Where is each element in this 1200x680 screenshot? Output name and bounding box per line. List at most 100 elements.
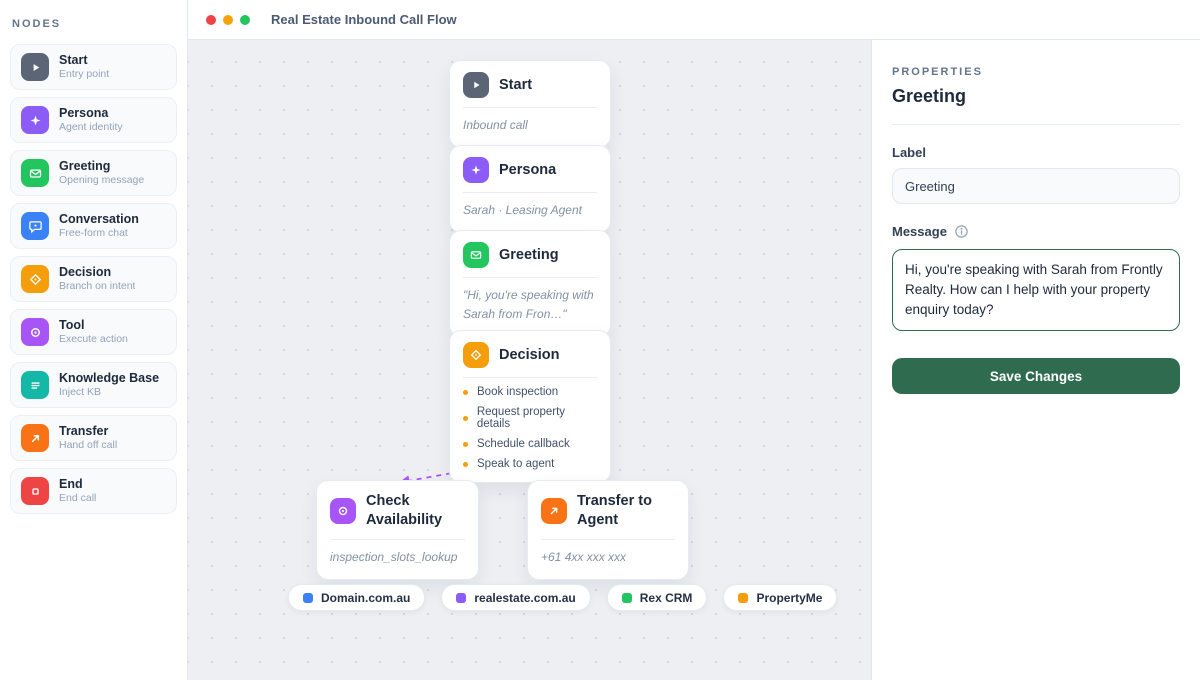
stop-icon xyxy=(21,477,49,505)
sidebar-item-sub: Entry point xyxy=(59,68,109,81)
node-subtitle: Inbound call xyxy=(463,116,597,135)
panel-divider xyxy=(892,124,1180,125)
message-textarea[interactable]: Hi, you're speaking with Sarah from Fron… xyxy=(892,249,1180,331)
sidebar-item-transfer[interactable]: TransferHand off call xyxy=(10,415,177,461)
bullet-dot-icon xyxy=(463,442,468,447)
diamond-icon xyxy=(21,265,49,293)
chip-color-dot xyxy=(456,593,466,603)
decision-option: Request property details xyxy=(463,406,597,430)
traffic-light-red xyxy=(206,15,216,25)
sidebar-item-knowledge-base[interactable]: Knowledge BaseInject KB xyxy=(10,362,177,408)
chat-bubble-icon xyxy=(21,212,49,240)
gear-icon xyxy=(21,318,49,346)
play-icon xyxy=(463,72,489,98)
node-subtitle: Sarah · Leasing Agent xyxy=(463,201,597,220)
node-title: Start xyxy=(499,76,532,95)
decision-option: Speak to agent xyxy=(463,458,597,470)
diamond-icon xyxy=(463,342,489,368)
node-title: Decision xyxy=(499,346,559,365)
node-title: Transfer to Agent xyxy=(577,492,675,530)
sidebar-item-end[interactable]: EndEnd call xyxy=(10,468,177,514)
flow-node-persona[interactable]: Persona Sarah · Leasing Agent xyxy=(449,145,611,233)
node-divider xyxy=(330,539,465,540)
sparkle-icon xyxy=(463,157,489,183)
sidebar-item-sub: Branch on intent xyxy=(59,280,135,293)
chip-rex-crm[interactable]: Rex CRM xyxy=(607,584,708,611)
sidebar-item-conversation[interactable]: ConversationFree-form chat xyxy=(10,203,177,249)
envelope-icon xyxy=(21,159,49,187)
chip-color-dot xyxy=(303,593,313,603)
sidebar-item-label: Persona xyxy=(59,106,123,122)
node-subtitle: "Hi, you're speaking with Sarah from Fro… xyxy=(463,286,597,324)
sidebar-item-label: Greeting xyxy=(59,159,144,175)
sidebar-item-start[interactable]: StartEntry point xyxy=(10,44,177,90)
flow-canvas[interactable]: Start Inbound call Persona Sarah · Leasi… xyxy=(188,40,871,680)
sidebar-item-sub: End call xyxy=(59,492,96,505)
flow-node-start[interactable]: Start Inbound call xyxy=(449,60,611,148)
decision-option: Schedule callback xyxy=(463,438,597,450)
node-title: Check Availability xyxy=(366,492,465,530)
save-changes-button[interactable]: Save Changes xyxy=(892,358,1180,394)
sidebar-item-label: Conversation xyxy=(59,212,139,228)
node-subtitle: inspection_slots_lookup xyxy=(330,548,465,567)
flow-node-transfer-to-agent[interactable]: Transfer to Agent +61 4xx xxx xxx xyxy=(527,480,689,580)
sidebar-item-sub: Free-form chat xyxy=(59,227,139,240)
decision-option: Book inspection xyxy=(463,386,597,398)
node-divider xyxy=(463,192,597,193)
chip-realestate[interactable]: realestate.com.au xyxy=(441,584,590,611)
flow-node-greeting[interactable]: Greeting "Hi, you're speaking with Sarah… xyxy=(449,230,611,337)
sidebar-item-decision[interactable]: DecisionBranch on intent xyxy=(10,256,177,302)
sidebar-item-label: Knowledge Base xyxy=(59,371,159,387)
chip-color-dot xyxy=(738,593,748,603)
flow-title: Real Estate Inbound Call Flow xyxy=(271,12,457,27)
node-title: Persona xyxy=(499,161,556,180)
list-icon xyxy=(21,371,49,399)
node-subtitle: +61 4xx xxx xxx xyxy=(541,548,675,567)
selected-node-title: Greeting xyxy=(892,86,1180,107)
sidebar-item-label: Transfer xyxy=(59,424,117,440)
nodes-palette-sidebar: NODES StartEntry point PersonaAgent iden… xyxy=(0,0,188,680)
sidebar-item-label: Decision xyxy=(59,265,135,281)
sparkle-icon xyxy=(21,106,49,134)
flow-node-check-availability[interactable]: Check Availability inspection_slots_look… xyxy=(316,480,479,580)
sidebar-item-sub: Execute action xyxy=(59,333,128,346)
flow-title-bar: Real Estate Inbound Call Flow xyxy=(188,0,1200,40)
sidebar-item-sub: Opening message xyxy=(59,174,144,187)
sidebar-item-tool[interactable]: ToolExecute action xyxy=(10,309,177,355)
label-field-label: Label xyxy=(892,145,1180,160)
node-title: Greeting xyxy=(499,246,559,265)
sidebar-item-label: Tool xyxy=(59,318,128,334)
chip-domain[interactable]: Domain.com.au xyxy=(288,584,425,611)
flow-node-decision[interactable]: Decision Book inspection Request propert… xyxy=(449,330,611,483)
play-icon xyxy=(21,53,49,81)
node-divider xyxy=(463,107,597,108)
chip-propertyme[interactable]: PropertyMe xyxy=(723,584,837,611)
properties-panel: PROPERTIES Greeting Label Message Hi, yo… xyxy=(871,40,1200,680)
sidebar-item-greeting[interactable]: GreetingOpening message xyxy=(10,150,177,196)
sidebar-item-sub: Hand off call xyxy=(59,439,117,452)
nodes-palette-header: NODES xyxy=(12,18,175,30)
chip-color-dot xyxy=(622,593,632,603)
info-icon xyxy=(954,224,969,239)
arrow-up-right-icon xyxy=(21,424,49,452)
properties-header: PROPERTIES xyxy=(892,66,1180,78)
sidebar-item-label: Start xyxy=(59,53,109,69)
message-field-label: Message xyxy=(892,224,1180,239)
sidebar-item-persona[interactable]: PersonaAgent identity xyxy=(10,97,177,143)
bullet-dot-icon xyxy=(463,416,468,421)
arrow-up-right-icon xyxy=(541,498,567,524)
sidebar-item-sub: Inject KB xyxy=(59,386,159,399)
node-divider xyxy=(463,277,597,278)
bullet-dot-icon xyxy=(463,390,468,395)
traffic-light-yellow xyxy=(223,15,233,25)
node-divider xyxy=(463,377,597,378)
traffic-light-green xyxy=(240,15,250,25)
bullet-dot-icon xyxy=(463,462,468,467)
node-divider xyxy=(541,539,675,540)
sidebar-item-sub: Agent identity xyxy=(59,121,123,134)
sidebar-item-label: End xyxy=(59,477,96,493)
label-input[interactable] xyxy=(892,168,1180,204)
integration-chips: Domain.com.au realestate.com.au Rex CRM … xyxy=(288,584,837,611)
envelope-icon xyxy=(463,242,489,268)
main-area: Real Estate Inbound Call Flow xyxy=(188,0,1200,680)
